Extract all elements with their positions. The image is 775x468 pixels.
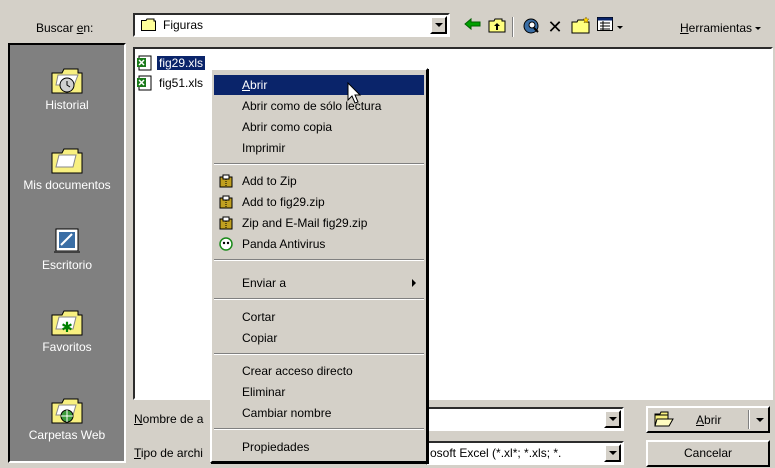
- delete-x-icon[interactable]: ✕: [544, 17, 566, 37]
- menu-item-label: Panda Antivirus: [242, 237, 326, 251]
- menu-separator: [214, 163, 424, 165]
- folder-icon: [141, 18, 156, 31]
- menu-item-abrir[interactable]: Abrir: [214, 75, 424, 95]
- zip-icon: [219, 195, 233, 209]
- menu-item-propiedades[interactable]: Propiedades: [214, 437, 424, 457]
- desktop-icon: [50, 225, 84, 255]
- place-label: Mis documentos: [23, 178, 111, 192]
- menu-item-label: Imprimir: [242, 141, 286, 155]
- tools-menu-button[interactable]: Herramientas: [680, 21, 762, 35]
- menu-item-panda-antivirus[interactable]: Panda Antivirus: [214, 234, 424, 254]
- menu-separator: [214, 353, 424, 355]
- place-favoritos[interactable]: ✱ Favoritos: [10, 307, 124, 354]
- menu-item-cortar[interactable]: Cortar: [214, 307, 424, 327]
- open-options-arrow-icon[interactable]: [756, 418, 764, 422]
- menu-item-zip-and-email[interactable]: Zip and E-Mail fig29.zip: [214, 213, 424, 233]
- filetype-label: Tipo de archi: [134, 446, 203, 460]
- place-label: Favoritos: [42, 340, 92, 354]
- web-folders-icon: [50, 395, 84, 425]
- place-label: Historial: [45, 98, 89, 112]
- menu-item-add-to-fig29-zip[interactable]: Add to fig29.zip: [214, 192, 424, 212]
- tools-dropdown-arrow-icon: [755, 27, 762, 31]
- filename-combobox[interactable]: [426, 407, 624, 431]
- menu-item-label: Copiar: [242, 331, 278, 345]
- file-name: fig51.xls: [159, 76, 204, 90]
- filename-label: Nombre de a: [134, 412, 204, 426]
- look-in-combobox[interactable]: Figuras: [133, 13, 450, 37]
- filename-dropdown-button[interactable]: [604, 410, 621, 428]
- menu-item-crear-acceso-directo[interactable]: Crear acceso directo: [214, 361, 424, 381]
- views-icon[interactable]: [594, 17, 616, 37]
- look-in-dropdown-button[interactable]: [430, 16, 447, 34]
- place-label: Carpetas Web: [28, 428, 106, 442]
- my-documents-icon: [50, 145, 84, 175]
- menu-item-label: Eliminar: [242, 385, 286, 399]
- menu-item-abrir-solo-lectura[interactable]: Abrir como de sólo lectura: [214, 96, 424, 116]
- place-label: Escritorio: [41, 258, 92, 272]
- place-escritorio[interactable]: Escritorio: [10, 225, 124, 272]
- views-dropdown-arrow-icon[interactable]: [617, 26, 623, 29]
- svg-text:✱: ✱: [61, 320, 73, 336]
- history-icon: [50, 65, 84, 95]
- search-web-icon[interactable]: [520, 17, 542, 37]
- filetype-value: osoft Excel (*.xl*; *.xls; *.: [430, 446, 562, 460]
- places-bar: Historial Mis documentos Escritorio ✱ Fa…: [8, 43, 126, 463]
- menu-item-label: Crear acceso directo: [242, 364, 353, 378]
- open-folder-icon: [654, 411, 674, 427]
- place-carpetas-web[interactable]: Carpetas Web: [10, 395, 124, 442]
- back-arrow-icon[interactable]: [462, 17, 484, 37]
- look-in-value: Figuras: [163, 18, 204, 32]
- menu-item-label: Abrir como copia: [242, 120, 333, 134]
- menu-separator: [214, 259, 424, 261]
- toolbar-separator: [512, 17, 514, 37]
- menu-item-abrir-como-copia[interactable]: Abrir como copia: [214, 117, 424, 137]
- filetype-dropdown-button[interactable]: [604, 444, 621, 462]
- menu-separator: [214, 428, 424, 430]
- menu-item-label: Cambiar nombre: [242, 406, 332, 420]
- menu-item-label: Cortar: [242, 310, 276, 324]
- open-button-separator: [748, 410, 750, 429]
- menu-item-label: Abrir: [242, 78, 268, 92]
- excel-file-icon: [137, 55, 152, 71]
- menu-item-enviar-a[interactable]: Enviar a: [214, 273, 424, 293]
- open-button[interactable]: Abrir: [646, 406, 770, 433]
- menu-item-label: Add to fig29.zip: [242, 195, 325, 209]
- up-folder-icon[interactable]: [486, 17, 508, 37]
- look-in-label: Buscar en:: [36, 21, 94, 35]
- filetype-combobox[interactable]: osoft Excel (*.xl*; *.xls; *.: [426, 441, 624, 465]
- menu-item-label: Add to Zip: [242, 174, 297, 188]
- excel-file-icon: [137, 75, 152, 91]
- zip-icon: [219, 174, 233, 188]
- menu-item-imprimir[interactable]: Imprimir: [214, 138, 424, 158]
- menu-separator: [214, 298, 424, 300]
- favorites-icon: ✱: [50, 307, 84, 337]
- menu-item-label: Propiedades: [242, 440, 310, 454]
- open-button-label: Abrir: [696, 413, 722, 427]
- menu-item-add-to-zip[interactable]: Add to Zip: [214, 171, 424, 191]
- menu-item-label: Enviar a: [242, 276, 287, 290]
- menu-item-eliminar[interactable]: Eliminar: [214, 382, 424, 402]
- place-mis-documentos[interactable]: Mis documentos: [10, 145, 124, 192]
- cancel-button[interactable]: Cancelar: [646, 440, 770, 467]
- menu-item-copiar[interactable]: Copiar: [214, 328, 424, 348]
- file-name: fig29.xls: [157, 56, 206, 70]
- context-menu: Abrir Abrir como de sólo lectura Abrir c…: [210, 68, 428, 463]
- panda-antivirus-icon: [219, 237, 233, 251]
- zip-icon: [219, 216, 233, 230]
- mouse-cursor-icon: [347, 82, 362, 104]
- menu-item-label: Zip and E-Mail fig29.zip: [242, 216, 368, 230]
- place-historial[interactable]: Historial: [10, 65, 124, 112]
- submenu-arrow-icon: [412, 279, 416, 287]
- new-folder-icon[interactable]: [570, 16, 592, 37]
- menu-item-cambiar-nombre[interactable]: Cambiar nombre: [214, 403, 424, 423]
